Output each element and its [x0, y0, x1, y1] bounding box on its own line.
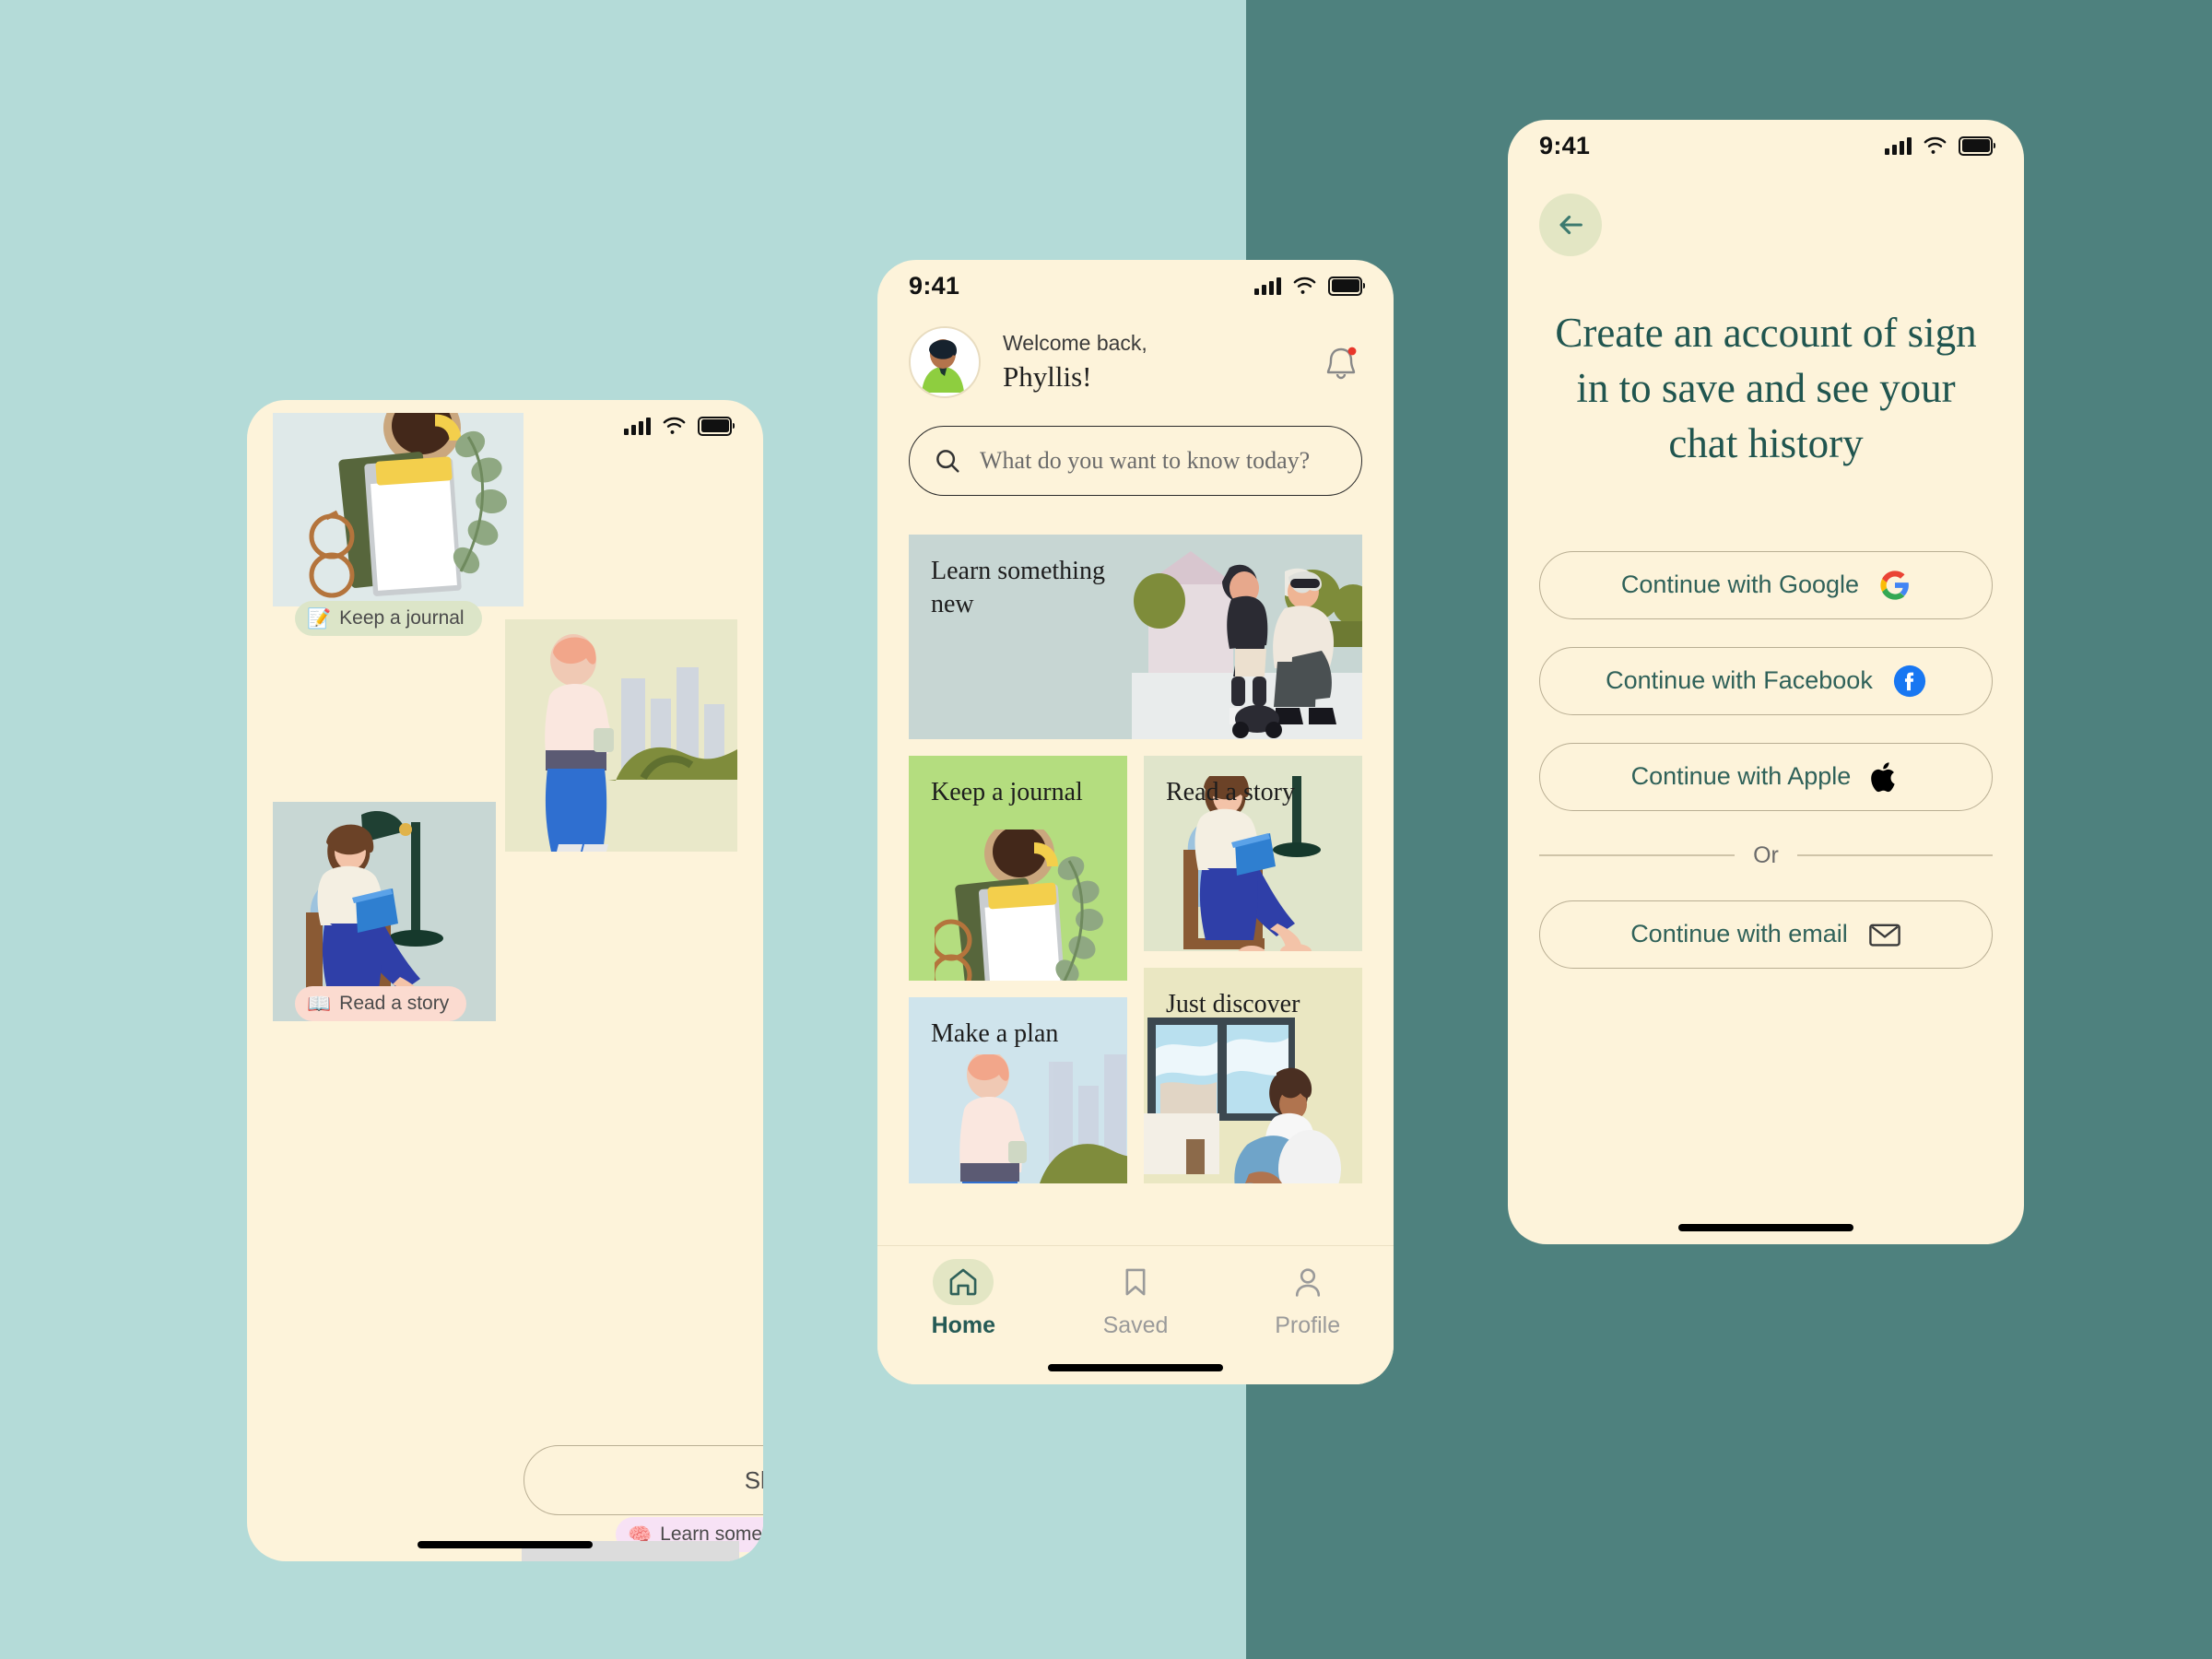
- arrow-left-icon: [1559, 215, 1583, 235]
- divider-label: Or: [1753, 841, 1779, 868]
- tab-label: Saved: [1102, 1312, 1169, 1338]
- illustration-make-a-plan: [505, 619, 737, 852]
- badge-label: Read a story: [339, 993, 450, 1014]
- user-name: Phyllis!: [1003, 360, 1092, 393]
- facebook-icon: [1893, 665, 1925, 697]
- battery-icon: [1959, 135, 1995, 156]
- divider-line-left: [1539, 854, 1735, 856]
- card-label: Read a story: [1166, 778, 1295, 806]
- card-read-a-story[interactable]: Read a story: [1144, 756, 1362, 951]
- skip-button[interactable]: Skip: [524, 1445, 763, 1515]
- card-just-discover[interactable]: Just discover: [1144, 968, 1362, 1183]
- home-indicator: [418, 1541, 593, 1548]
- continue-with-google-button[interactable]: Continue with Google: [1539, 550, 1993, 619]
- phone-onboarding: 9:41: [247, 400, 763, 1561]
- home-icon: [933, 1259, 994, 1305]
- continue-with-facebook-button[interactable]: Continue with Facebook: [1539, 646, 1993, 715]
- phone-home: 9:41 Welcome back, Phyllis! What do you …: [877, 260, 1394, 1384]
- cellular-signal-icon: [624, 417, 651, 435]
- notification-bell-icon[interactable]: [1320, 341, 1362, 383]
- illustration-keep-a-journal: [273, 413, 524, 606]
- tab-profile[interactable]: Profile: [1221, 1259, 1394, 1339]
- badge-keep-a-journal[interactable]: 📝 Keep a journal: [295, 601, 482, 636]
- divider-line-right: [1796, 854, 1993, 856]
- battery-icon: [1328, 276, 1365, 296]
- card-label: Just discover: [1166, 990, 1300, 1018]
- button-label: Continue with Facebook: [1606, 666, 1873, 695]
- card-label: Make a plan: [931, 1019, 1059, 1048]
- book-icon: 📖: [307, 993, 332, 1015]
- card-learn-something-new[interactable]: Learn something new: [909, 535, 1362, 739]
- skip-label: Skip: [744, 1465, 763, 1494]
- tab-home[interactable]: Home: [877, 1259, 1050, 1339]
- auth-title: Create an account of sign in to save and…: [1555, 310, 1977, 466]
- apple-icon: [1871, 761, 1896, 792]
- status-bar-auth: 9:41: [1508, 120, 2024, 171]
- greeting-label: Welcome back,: [1003, 331, 1147, 355]
- person-icon: [1277, 1259, 1338, 1305]
- welcome-text: Welcome back, Phyllis!: [1003, 331, 1320, 394]
- tab-saved[interactable]: Saved: [1050, 1259, 1222, 1339]
- user-avatar[interactable]: [909, 326, 981, 398]
- wifi-icon: [1293, 276, 1316, 294]
- status-bar-home: 9:41: [877, 260, 1394, 312]
- memo-icon: 📝: [307, 607, 332, 629]
- or-divider: Or: [1539, 842, 1993, 869]
- search-icon: [936, 450, 959, 473]
- search-input[interactable]: [978, 446, 1337, 476]
- continue-with-email-button[interactable]: Continue with email: [1539, 900, 1993, 969]
- cellular-signal-icon: [1885, 136, 1912, 155]
- bookmark-icon: [1105, 1259, 1166, 1305]
- tab-label: Profile: [1275, 1312, 1341, 1338]
- card-label: Learn something new: [931, 557, 1105, 618]
- tab-label: Home: [931, 1312, 996, 1338]
- home-indicator: [1678, 1224, 1853, 1231]
- google-icon: [1880, 570, 1909, 600]
- card-make-a-plan[interactable]: Make a plan: [909, 997, 1127, 1183]
- wifi-icon: [1924, 136, 1947, 154]
- home-indicator: [1048, 1364, 1223, 1371]
- battery-icon: [698, 416, 735, 436]
- button-label: Continue with Apple: [1630, 762, 1852, 791]
- button-label: Continue with email: [1630, 920, 1848, 948]
- envelope-icon: [1869, 924, 1900, 947]
- card-grid: Learn something new Keep a journal Make …: [909, 535, 1362, 1183]
- phone-auth: 9:41 Create an account of sign in to sav…: [1508, 120, 2024, 1244]
- badge-label: Keep a journal: [339, 607, 465, 629]
- card-label: Keep a journal: [931, 778, 1083, 806]
- home-header: Welcome back, Phyllis!: [877, 326, 1394, 398]
- status-time: 9:41: [909, 271, 960, 300]
- wifi-icon: [663, 417, 686, 434]
- continue-with-apple-button[interactable]: Continue with Apple: [1539, 742, 1993, 811]
- button-label: Continue with Google: [1620, 571, 1860, 599]
- search-bar[interactable]: [909, 426, 1362, 496]
- badge-read-a-story[interactable]: 📖 Read a story: [295, 986, 467, 1021]
- card-keep-a-journal[interactable]: Keep a journal: [909, 756, 1127, 981]
- cellular-signal-icon: [1254, 276, 1281, 295]
- status-time: 9:41: [1539, 131, 1591, 159]
- auth-button-list: Continue with Google Continue with Faceb…: [1539, 550, 1993, 969]
- back-button[interactable]: [1539, 194, 1602, 256]
